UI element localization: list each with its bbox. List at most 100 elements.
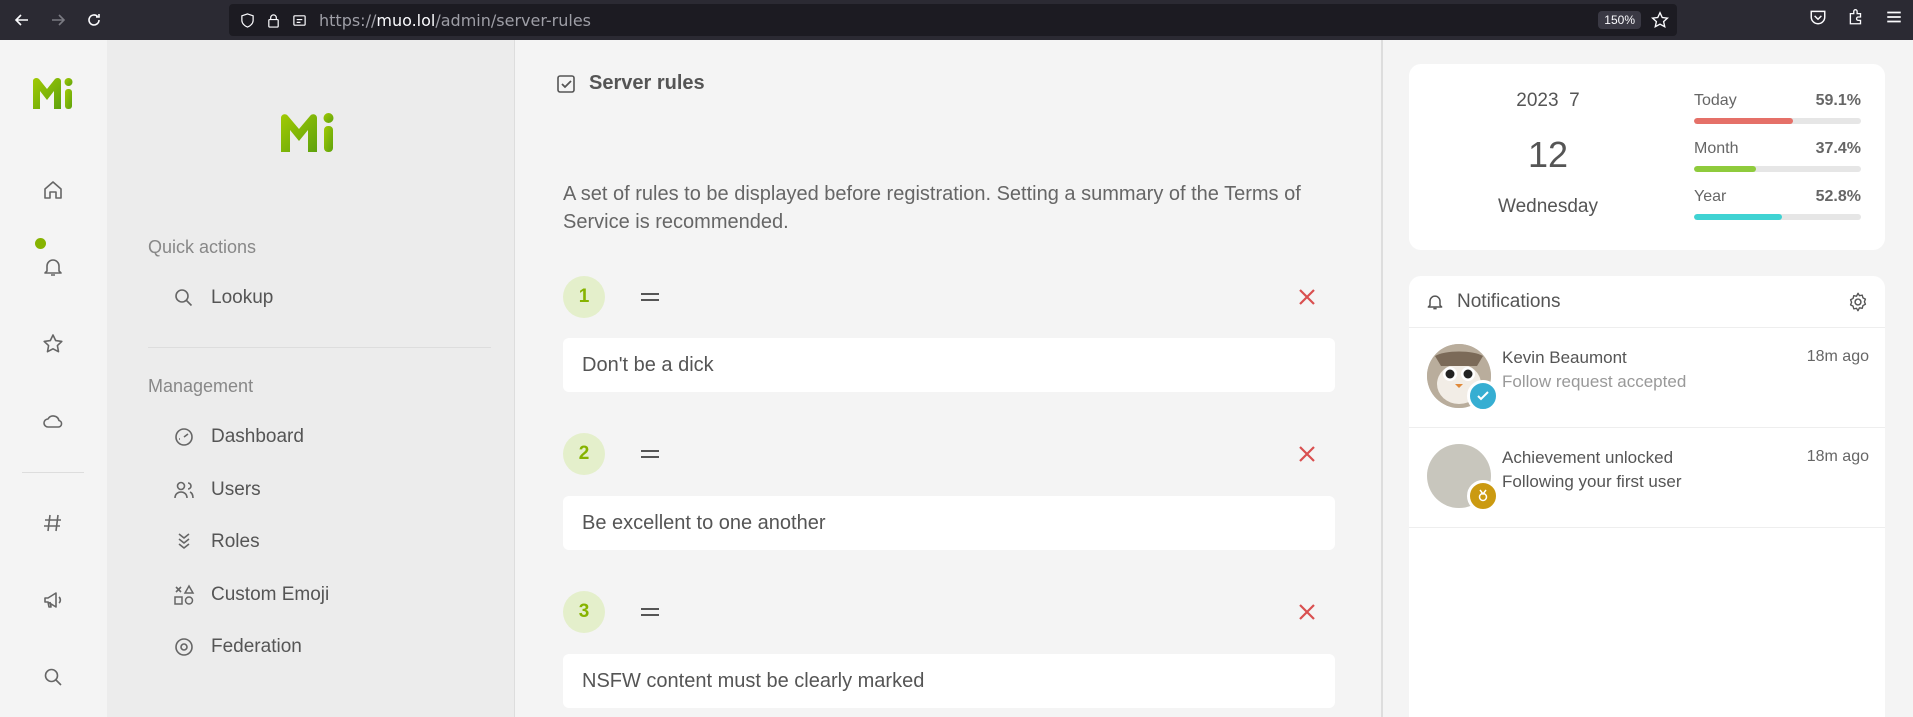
lock-icon[interactable] — [265, 12, 281, 28]
browser-toolbar: https://muo.lol/admin/server-rules 150% — [0, 0, 1913, 40]
sidebar-item-label: Dashboard — [211, 426, 304, 447]
sidebar-item-label: Federation — [211, 636, 302, 657]
rule-number: 2 — [563, 433, 605, 475]
main-content: Server rules A set of rules to be displa… — [515, 40, 1383, 717]
notification-name[interactable]: Kevin Beaumont — [1502, 348, 1627, 368]
zoom-level[interactable]: 150% — [1598, 11, 1641, 29]
cloud-icon — [43, 415, 63, 428]
url-scheme: https:// — [319, 10, 377, 30]
search-button[interactable] — [38, 662, 68, 692]
search-icon — [44, 668, 62, 686]
rule-text-input[interactable]: Don't be a dick — [563, 338, 1335, 392]
notification-dot — [35, 238, 46, 249]
url-path: /admin/server-rules — [435, 10, 592, 30]
instance-logo-icon — [281, 113, 334, 152]
hashtag-icon — [44, 514, 61, 532]
calendar-day: 12 — [1527, 134, 1569, 175]
sidebar-item-federation[interactable]: Federation — [173, 633, 302, 661]
progress-month: Month 37.4% — [1694, 140, 1861, 172]
sidebar-item-custom-emoji[interactable]: Custom Emoji — [173, 581, 329, 609]
arrow-left-icon — [14, 14, 28, 26]
browser-tools — [1809, 8, 1903, 26]
notifications-header: Notifications — [1409, 276, 1885, 328]
notifications-title: Notifications — [1457, 290, 1561, 312]
drag-handle-icon[interactable] — [638, 442, 662, 466]
delete-rule-icon[interactable] — [1295, 600, 1319, 624]
nav-rail — [0, 40, 107, 717]
home-icon — [44, 181, 62, 199]
drive-button[interactable] — [38, 406, 68, 436]
arrow-right-icon — [52, 14, 66, 26]
reload-icon — [88, 14, 100, 26]
sidebar-item-dashboard[interactable]: Dashboard — [173, 423, 304, 451]
reload-button[interactable] — [80, 6, 108, 34]
sidebar-item-label: Users — [211, 479, 261, 500]
gear-icon[interactable] — [1847, 291, 1869, 313]
megaphone-icon — [44, 592, 62, 608]
url-host: muo.lol — [376, 10, 436, 30]
rule-number: 3 — [563, 591, 605, 633]
rule-text-input[interactable]: Be excellent to one another — [563, 496, 1335, 550]
rail-divider — [22, 472, 84, 473]
progress-fill — [1694, 166, 1757, 172]
badges-icon — [173, 531, 195, 553]
pocket-icon[interactable] — [1809, 8, 1827, 26]
back-button[interactable] — [8, 6, 36, 34]
checkbox-icon — [557, 74, 575, 93]
bookmark-star-icon[interactable] — [1651, 11, 1669, 29]
star-icon — [43, 334, 63, 353]
url-text[interactable]: https://muo.lol/admin/server-rules — [319, 11, 591, 30]
sidebar-divider — [148, 347, 491, 348]
page-header: Server rules — [555, 72, 705, 95]
forward-button[interactable] — [44, 6, 72, 34]
follow-accepted-badge — [1467, 380, 1499, 412]
progress-year: Year 52.8% — [1694, 188, 1861, 220]
lookup-label: Lookup — [211, 287, 274, 308]
menu-icon[interactable] — [1885, 8, 1903, 26]
page-info-icon[interactable] — [291, 12, 307, 28]
rules-description: A set of rules to be displayed before re… — [563, 183, 1301, 233]
drag-handle-icon[interactable] — [638, 285, 662, 309]
progress-track — [1694, 118, 1861, 124]
rule-number: 1 — [563, 276, 605, 318]
delete-rule-icon[interactable] — [1295, 442, 1319, 466]
address-bar[interactable]: https://muo.lol/admin/server-rules 150% — [229, 4, 1677, 36]
achievement-badge — [1467, 480, 1499, 512]
progress-fill — [1694, 214, 1783, 220]
home-button[interactable] — [38, 175, 68, 205]
notification-item[interactable]: Kevin Beaumont Follow request accepted 1… — [1409, 328, 1885, 428]
shield-icon[interactable] — [239, 12, 255, 28]
delete-rule-icon[interactable] — [1295, 285, 1319, 309]
notification-item[interactable]: Achievement unlocked Following your firs… — [1409, 428, 1885, 528]
whirl-icon — [173, 636, 195, 658]
drag-handle-icon[interactable] — [638, 600, 662, 624]
sidebar-item-roles[interactable]: Roles — [173, 528, 260, 556]
lookup-link[interactable]: Lookup — [173, 284, 273, 312]
favorites-button[interactable] — [38, 329, 68, 359]
notifications-button[interactable] — [38, 252, 68, 282]
icons-icon — [173, 584, 195, 606]
notifications-widget: Notifications Kevin Beaumont Follow requ… — [1409, 276, 1885, 717]
bell-icon — [44, 259, 62, 276]
search-icon — [173, 287, 195, 309]
notification-text: Following your first user — [1502, 472, 1682, 491]
announcements-button[interactable] — [38, 585, 68, 615]
widgets-column: 2023 7 12 Wednesday Today 59.1% Month 37… — [1383, 40, 1913, 717]
admin-sidebar: Quick actions Lookup Management Dashboar… — [107, 40, 515, 717]
notification-time: 18m ago — [1806, 448, 1869, 465]
extensions-icon[interactable] — [1847, 8, 1865, 26]
management-title: Management — [148, 376, 254, 396]
progress-track — [1694, 166, 1861, 172]
calendar-year-month: 2023 7 — [1516, 90, 1580, 111]
users-icon — [173, 479, 195, 501]
sidebar-item-label: Roles — [211, 531, 260, 552]
misskey-logo-icon[interactable] — [29, 73, 77, 113]
progress-percent: 59.1% — [1815, 92, 1861, 109]
sidebar-item-label: Custom Emoji — [211, 584, 330, 605]
gauge-icon — [173, 426, 195, 448]
sidebar-item-users[interactable]: Users — [173, 476, 261, 504]
progress-fill — [1694, 118, 1793, 124]
progress-today: Today 59.1% — [1694, 92, 1861, 124]
hashtag-button[interactable] — [38, 508, 68, 538]
rule-text-input[interactable]: NSFW content must be clearly marked — [563, 654, 1335, 708]
